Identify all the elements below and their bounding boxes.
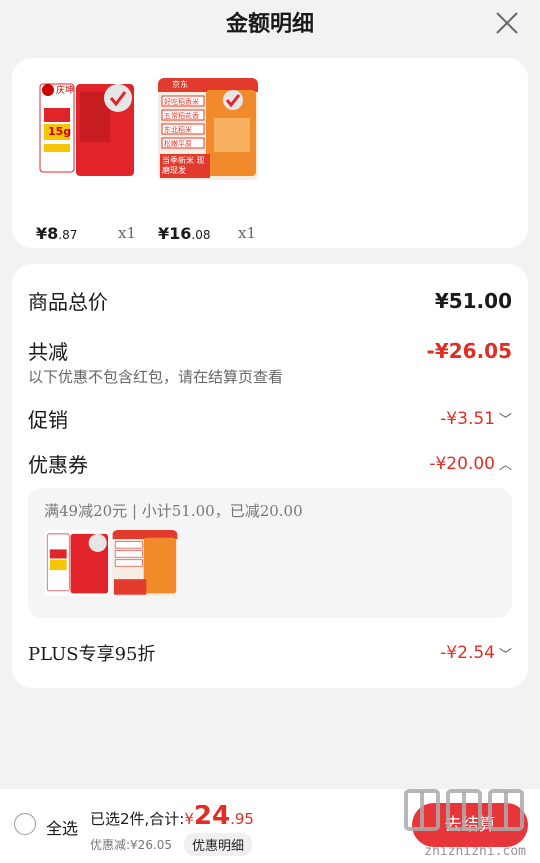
product-image-rice-red[interactable]: 庆坤 15g [36, 78, 136, 180]
promo-value: -¥3.51 [440, 408, 495, 429]
select-all-radio[interactable] [14, 813, 36, 835]
coupon-value: -¥20.00 [429, 453, 495, 474]
product-tag: 五常稻花香 [164, 112, 199, 120]
product-price: ¥8.87 [36, 224, 78, 243]
promo-row[interactable]: 促销 -¥3.51 ﹀ [28, 404, 512, 433]
product-item[interactable]: 庆坤 15g ¥8.87 x1 [36, 78, 146, 243]
promo-label: 促销 [28, 408, 68, 432]
chevron-down-icon[interactable]: ﹀ [499, 409, 512, 428]
coupon-detail-text: 满49减20元 | 小计51.00，已减20.00 [44, 502, 303, 520]
price-detail-card: 商品总价 ¥51.00 共减 -¥26.05 以下优惠不包含红包，请在结算页查看… [12, 264, 528, 688]
plus-value-wrap: -¥2.54 ﹀ [440, 643, 512, 663]
plus-value: -¥2.54 [440, 643, 495, 663]
summary-total: ¥24.95 [184, 801, 254, 831]
checkout-button[interactable]: 去结算 [412, 803, 528, 847]
total-value: ¥51.00 [434, 288, 512, 313]
product-brand: 京东 [172, 80, 188, 89]
plus-row[interactable]: PLUS专享95折 -¥2.54 ﹀ [28, 640, 512, 666]
summary-prefix: 已选2件,合计: [90, 810, 185, 828]
product-banner: 当季新米 现磨现发 [162, 156, 205, 175]
coupon-thumb-rice-red [44, 530, 110, 596]
product-tag: 东北稻米 [164, 126, 192, 134]
reduce-label: 共减 [28, 340, 68, 364]
coupon-thumbs [44, 530, 178, 596]
coupon-row[interactable]: 优惠券 -¥20.00 ︿ [28, 449, 512, 478]
reduce-note: 以下优惠不包含红包，请在结算页查看 [28, 368, 284, 386]
summary: 已选2件,合计:¥24.95 [90, 801, 254, 831]
coupon-detail-box: 满49减20元 | 小计51.00，已减20.00 [28, 488, 512, 618]
watermark-text: zhizhizhi.com [424, 844, 526, 859]
product-brand: 庆坤 [56, 86, 75, 96]
select-all-label[interactable]: 全选 [46, 815, 78, 839]
product-price: ¥16.08 [158, 224, 211, 243]
product-badge: 15g [48, 125, 72, 138]
product-qty: x1 [238, 224, 257, 242]
coupon-label: 优惠券 [28, 453, 88, 477]
product-item[interactable]: 京东 好吃稻香米 五常稻花香 东北稻米 松嫩平原 当季新米 现磨现发 ¥16.0… [158, 78, 268, 243]
reduce-row: 共减 -¥26.05 [28, 336, 512, 365]
reduce-value: -¥26.05 [426, 338, 512, 363]
total-row: 商品总价 ¥51.00 [28, 286, 512, 315]
plus-label: PLUS专享95折 [28, 644, 156, 665]
page-title: 金额明细 [225, 12, 314, 37]
chevron-down-icon[interactable]: ﹀ [499, 644, 512, 663]
product-qty: x1 [118, 224, 137, 242]
product-tag: 松嫩平原 [164, 140, 192, 148]
saved-amount: 优惠减:¥26.05 [90, 838, 173, 852]
coupon-thumb-rice-orange [112, 530, 178, 596]
close-icon[interactable] [494, 10, 520, 36]
promo-value-wrap: -¥3.51 ﹀ [440, 409, 512, 429]
discount-detail-button[interactable]: 优惠明细 [184, 833, 253, 856]
chevron-up-icon[interactable]: ︿ [499, 454, 512, 473]
coupon-value-wrap: -¥20.00 ︿ [429, 454, 512, 474]
product-tag: 好吃稻香米 [164, 98, 199, 106]
total-label: 商品总价 [28, 290, 108, 314]
header: 金额明细 [0, 0, 540, 48]
products-card: 庆坤 15g ¥8.87 x1 京东 好吃稻香米 五常稻花香 东北稻米 松嫩平原… [12, 58, 528, 248]
product-image-rice-orange[interactable]: 京东 好吃稻香米 五常稻花香 东北稻米 松嫩平原 当季新米 现磨现发 [158, 78, 258, 180]
